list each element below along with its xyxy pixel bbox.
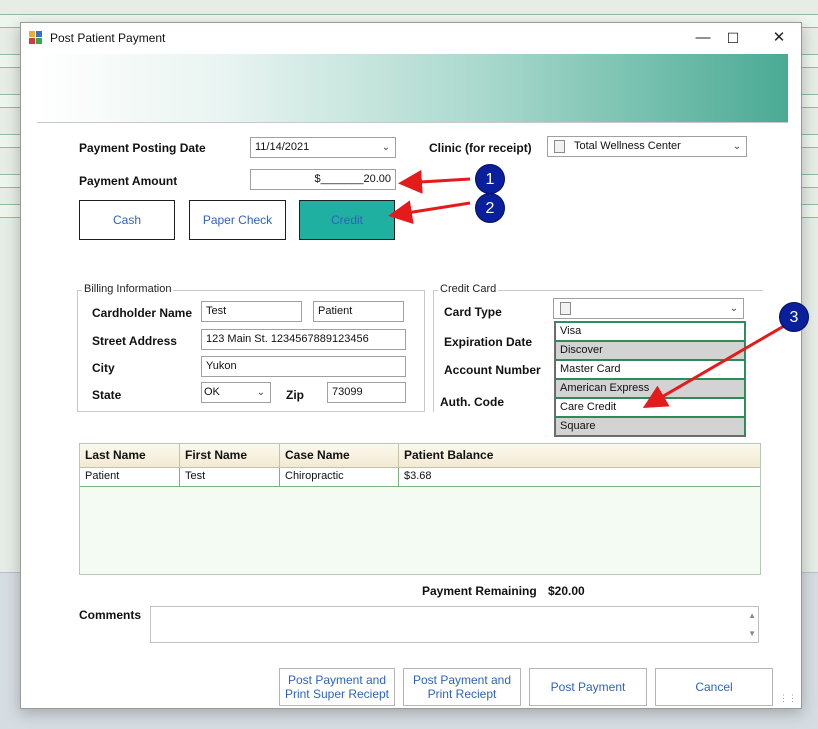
post-receipt-line1: Post Payment and bbox=[412, 673, 512, 687]
post-payment-button[interactable]: Post Payment bbox=[529, 668, 647, 706]
post-patient-payment-dialog: Post Patient Payment — ☐ ✕ Payment Posti… bbox=[20, 22, 802, 709]
post-super-line2: Print Super Reciept bbox=[284, 687, 390, 701]
callout-3: 3 bbox=[779, 302, 809, 332]
document-icon bbox=[560, 302, 571, 315]
table-row[interactable]: Patient Test Chiropractic $3.68 bbox=[80, 468, 760, 487]
chevron-down-icon[interactable]: ⌄ bbox=[725, 299, 743, 318]
cell-last-name: Patient bbox=[80, 468, 180, 486]
payment-remaining-value: $20.00 bbox=[548, 584, 585, 598]
cell-first-name: Test bbox=[180, 468, 280, 486]
callout-1: 1 bbox=[475, 164, 505, 194]
cell-patient-balance: $3.68 bbox=[404, 470, 432, 482]
grid-header: Last Name First Name Case Name Patient B… bbox=[80, 444, 760, 468]
clinic-value: Total Wellness Center bbox=[574, 140, 681, 152]
chevron-down-icon[interactable]: ⌄ bbox=[377, 138, 395, 157]
close-icon[interactable]: ✕ bbox=[764, 27, 794, 49]
header-divider bbox=[37, 122, 788, 123]
card-type-option-visa[interactable]: Visa bbox=[555, 322, 745, 341]
cardholder-last-name-input[interactable]: Patient bbox=[313, 301, 404, 322]
payment-remaining-label: Payment Remaining bbox=[422, 584, 537, 598]
scroll-down-icon[interactable]: ▼ bbox=[748, 629, 756, 638]
auth-code-label: Auth. Code bbox=[440, 395, 504, 409]
payment-posting-date-value: 11/14/2021 bbox=[255, 141, 310, 153]
street-address-label: Street Address bbox=[92, 334, 177, 348]
column-first-name[interactable]: First Name bbox=[180, 444, 280, 468]
zip-label: Zip bbox=[286, 388, 304, 402]
payment-posting-date-label: Payment Posting Date bbox=[79, 141, 206, 155]
card-type-option-discover[interactable]: Discover bbox=[555, 341, 745, 360]
card-type-option-american-express[interactable]: American Express bbox=[555, 379, 745, 398]
card-type-option-care-credit[interactable]: Care Credit bbox=[555, 398, 745, 417]
credit-button[interactable]: Credit bbox=[299, 200, 395, 240]
card-type-select[interactable]: ⌄ bbox=[553, 298, 744, 319]
chevron-down-icon[interactable]: ⌄ bbox=[728, 137, 746, 156]
scroll-up-icon[interactable]: ▲ bbox=[748, 611, 756, 620]
city-input[interactable]: Yukon bbox=[201, 356, 406, 377]
callout-2: 2 bbox=[475, 193, 505, 223]
card-type-option-square[interactable]: Square bbox=[555, 417, 745, 436]
cardholder-name-label: Cardholder Name bbox=[92, 306, 193, 320]
card-type-dropdown: Visa Discover Master Card American Expre… bbox=[554, 321, 746, 437]
title-bar: Post Patient Payment — ☐ ✕ bbox=[21, 23, 801, 53]
comments-label: Comments bbox=[79, 608, 142, 622]
minimize-icon[interactable]: — bbox=[688, 27, 718, 49]
credit-card-title: Credit Card bbox=[438, 283, 499, 295]
street-address-input[interactable]: 123 Main St. 1234567889123456 bbox=[201, 329, 406, 350]
payment-amount-input[interactable]: $_______20.00 bbox=[250, 169, 396, 190]
post-super-line1: Post Payment and bbox=[287, 673, 387, 687]
resize-grip-icon[interactable]: ⋮⋮ bbox=[779, 693, 797, 704]
post-payment-print-super-receipt-button[interactable]: Post Payment and Print Super Reciept bbox=[279, 668, 395, 706]
cardholder-first-name-input[interactable]: Test bbox=[201, 301, 302, 322]
window-title: Post Patient Payment bbox=[50, 31, 166, 45]
document-icon bbox=[554, 140, 565, 153]
state-label: State bbox=[92, 388, 122, 402]
card-type-label: Card Type bbox=[444, 305, 502, 319]
city-label: City bbox=[92, 361, 115, 375]
paper-check-button[interactable]: Paper Check bbox=[189, 200, 286, 240]
payment-amount-label: Payment Amount bbox=[79, 174, 178, 188]
maximize-icon[interactable]: ☐ bbox=[718, 27, 748, 49]
state-select[interactable]: OK ⌄ bbox=[201, 382, 271, 403]
payment-posting-date-picker[interactable]: 11/14/2021 ⌄ bbox=[250, 137, 396, 158]
clinic-label: Clinic (for receipt) bbox=[429, 141, 532, 155]
column-case-name[interactable]: Case Name bbox=[280, 444, 399, 468]
header-banner bbox=[37, 54, 788, 122]
card-type-option-master-card[interactable]: Master Card bbox=[555, 360, 745, 379]
post-receipt-line2: Print Reciept bbox=[427, 687, 497, 701]
billing-information-title: Billing Information bbox=[82, 283, 174, 295]
column-last-name[interactable]: Last Name bbox=[80, 444, 180, 468]
column-patient-balance[interactable]: Patient Balance bbox=[399, 444, 760, 468]
cell-case-name: Chiropractic bbox=[280, 468, 399, 486]
chevron-down-icon[interactable]: ⌄ bbox=[252, 383, 270, 402]
post-payment-print-receipt-button[interactable]: Post Payment and Print Reciept bbox=[403, 668, 521, 706]
cancel-button[interactable]: Cancel bbox=[655, 668, 773, 706]
patient-balance-grid: Last Name First Name Case Name Patient B… bbox=[79, 443, 761, 575]
state-value: OK bbox=[204, 386, 220, 398]
clinic-select[interactable]: Total Wellness Center ⌄ bbox=[547, 136, 747, 157]
expiration-date-label: Expiration Date bbox=[444, 335, 533, 349]
zip-input[interactable]: 73099 bbox=[327, 382, 406, 403]
account-number-label: Account Number bbox=[444, 363, 541, 377]
app-icon bbox=[29, 31, 43, 45]
cash-button[interactable]: Cash bbox=[79, 200, 175, 240]
comments-textarea[interactable]: ▲ ▼ bbox=[150, 606, 759, 643]
